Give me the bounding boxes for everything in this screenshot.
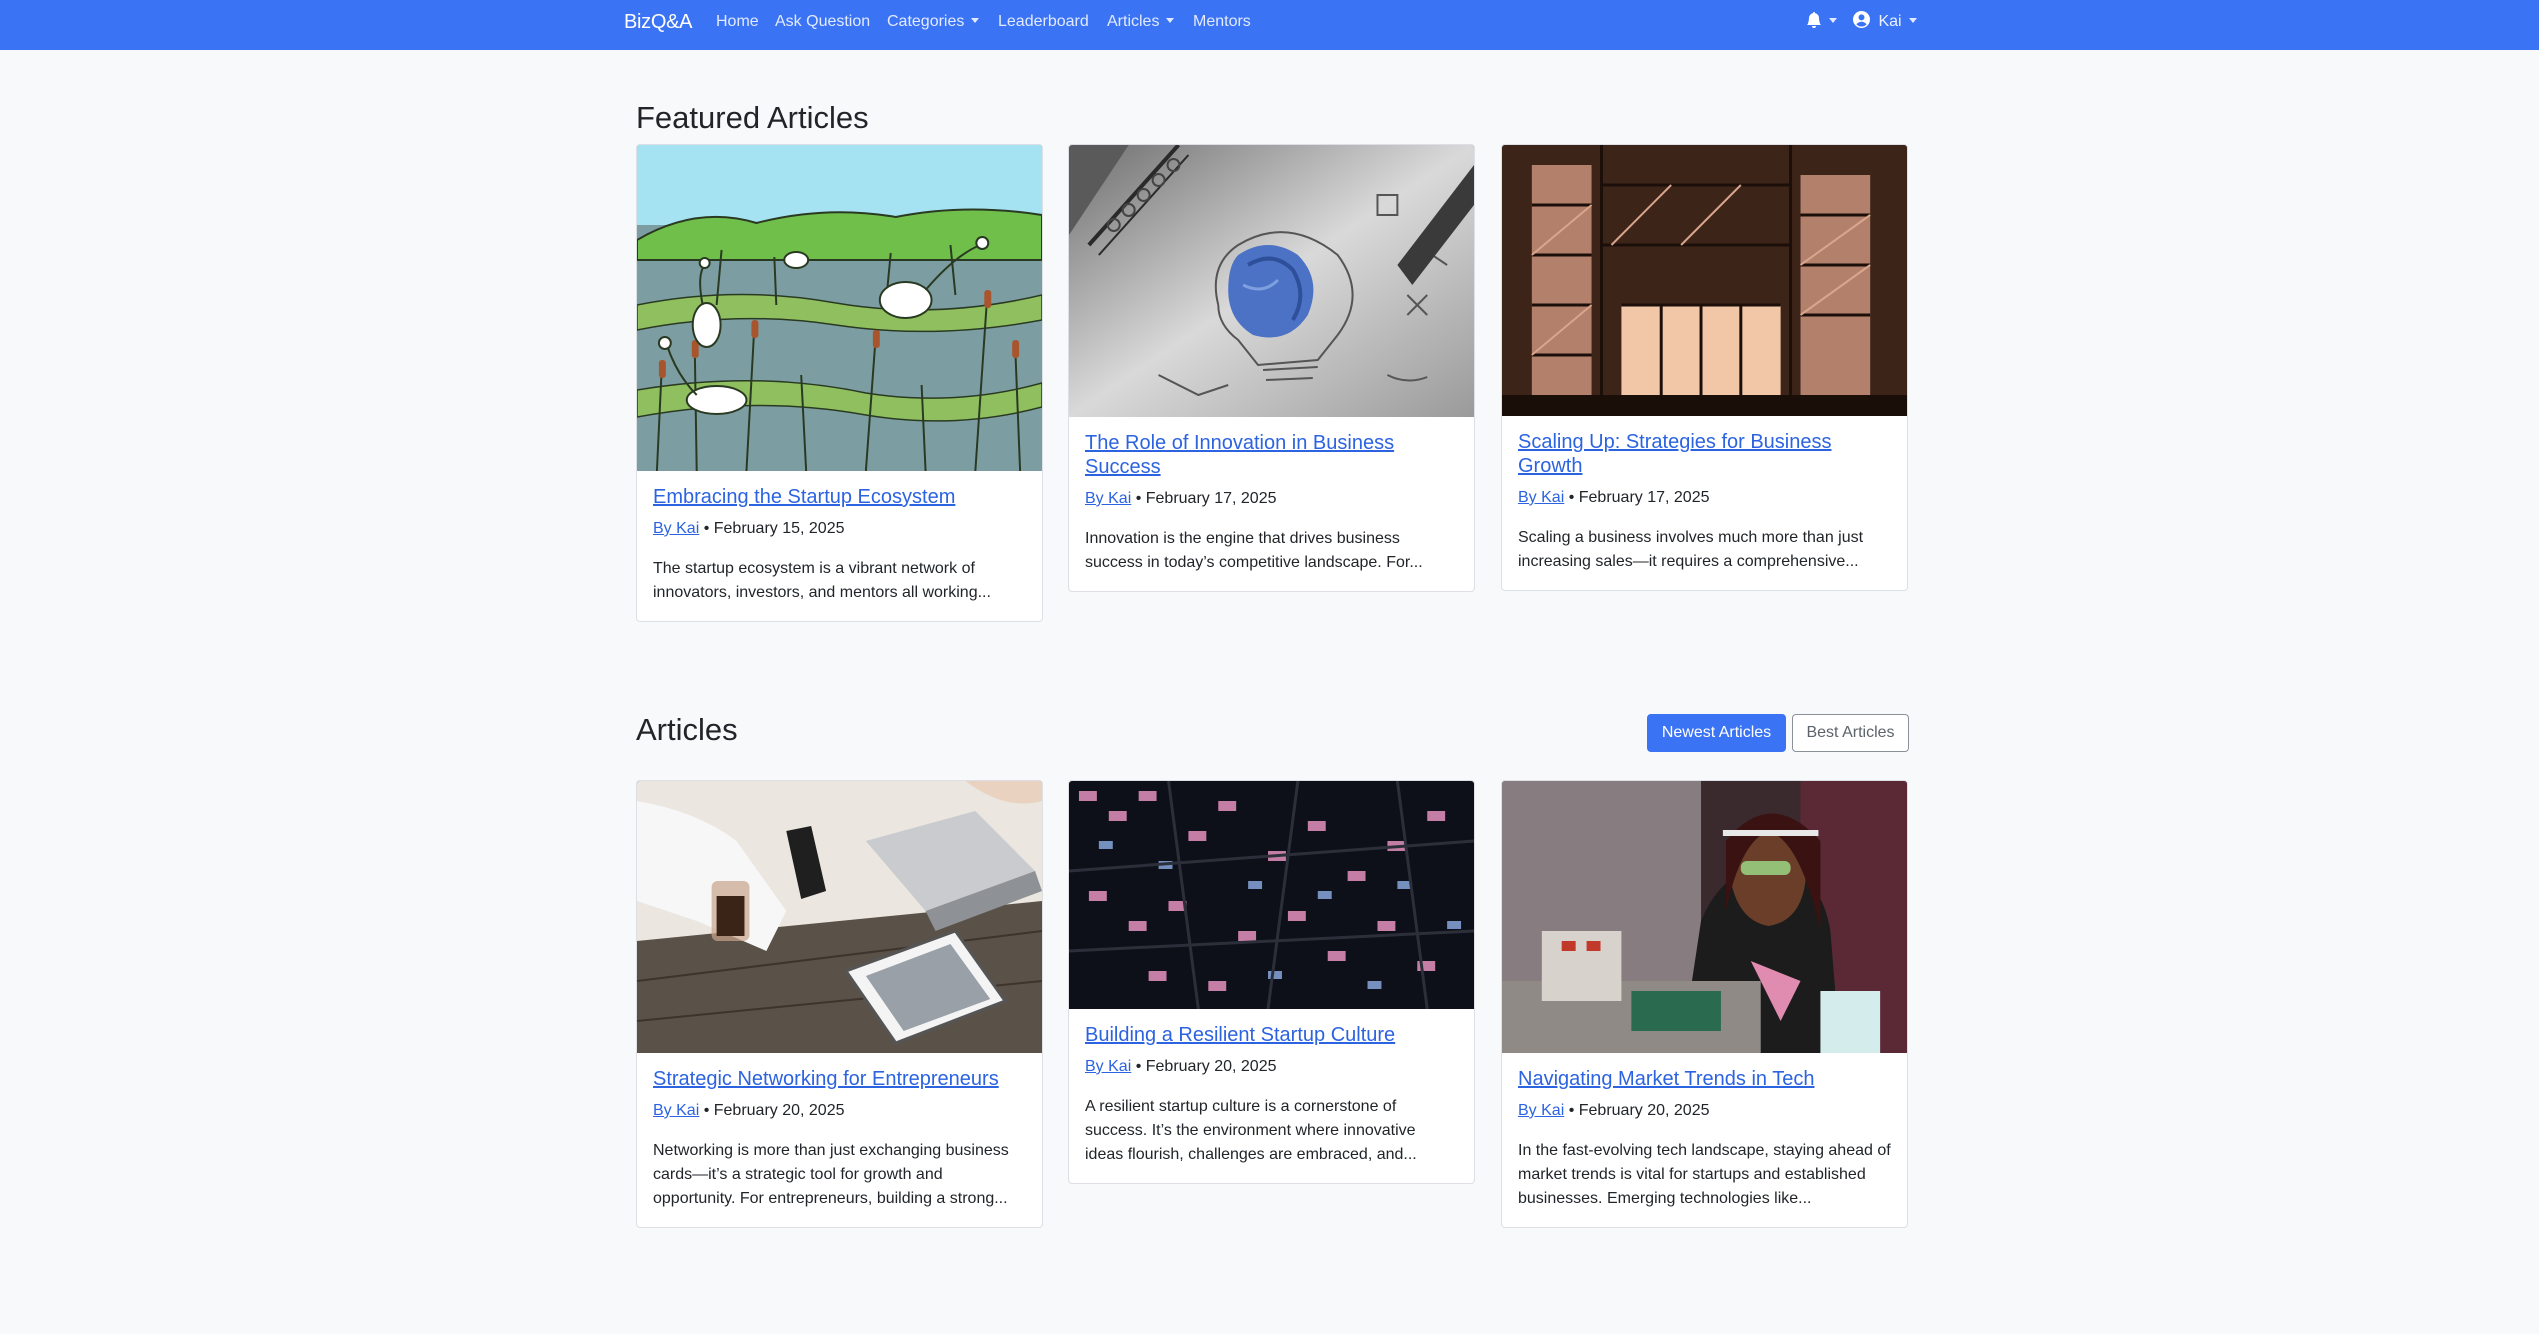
article-title-link[interactable]: The Role of Innovation in Business Succe… — [1085, 431, 1458, 479]
meta-separator: • — [1564, 1102, 1579, 1119]
nav-leaderboard[interactable]: Leaderboard — [998, 0, 1089, 44]
article-excerpt: The startup ecosystem is a vibrant netwo… — [653, 560, 991, 601]
meta-separator: • — [699, 520, 714, 537]
chevron-down-icon — [971, 18, 980, 23]
chevron-down-icon — [1829, 18, 1837, 23]
user-circle-icon — [1853, 11, 1870, 28]
article-excerpt: Scaling a business involves much more th… — [1518, 529, 1864, 570]
article-date: February 17, 2025 — [1578, 489, 1710, 506]
article-meta: By Kai • February 20, 2025 — [1518, 1101, 1891, 1121]
author-link[interactable]: By Kai — [1085, 490, 1131, 507]
articles-heading: Articles — [636, 712, 738, 747]
featured-articles-heading: Featured Articles — [636, 100, 869, 135]
article-meta: By Kai • February 20, 2025 — [1085, 1057, 1458, 1077]
author-link[interactable]: By Kai — [1518, 489, 1564, 506]
author-link[interactable]: By Kai — [653, 1102, 699, 1119]
article-excerpt: Networking is more than just exchanging … — [653, 1142, 1009, 1207]
article-card: Building a Resilient Startup Culture By … — [1068, 780, 1475, 1184]
card-image[interactable] — [1502, 781, 1907, 1053]
navbar: BizQ&A Home Ask Question Categories Lead… — [0, 0, 2539, 50]
article-date: February 17, 2025 — [1145, 490, 1277, 507]
article-title-link[interactable]: Embracing the Startup Ecosystem — [653, 485, 1026, 509]
article-excerpt: A resilient startup culture is a corners… — [1085, 1098, 1417, 1163]
brand-logo[interactable]: BizQ&A — [624, 0, 693, 44]
article-card: Strategic Networking for Entrepreneurs B… — [636, 780, 1043, 1228]
card-image[interactable] — [637, 781, 1042, 1053]
article-title-link[interactable]: Scaling Up: Strategies for Business Grow… — [1518, 430, 1891, 478]
article-meta: By Kai • February 20, 2025 — [653, 1101, 1026, 1121]
card-image[interactable] — [1069, 781, 1474, 1009]
chevron-down-icon — [1908, 18, 1917, 23]
author-link[interactable]: By Kai — [1518, 1102, 1564, 1119]
nav-articles-dropdown[interactable]: Articles — [1107, 0, 1175, 44]
author-link[interactable]: By Kai — [653, 520, 699, 537]
newest-articles-button[interactable]: Newest Articles — [1647, 714, 1786, 752]
nav-categories-label: Categories — [887, 13, 965, 30]
nav-mentors[interactable]: Mentors — [1193, 0, 1251, 44]
article-date: February 20, 2025 — [1578, 1102, 1710, 1119]
article-date: February 20, 2025 — [713, 1102, 845, 1119]
nav-home[interactable]: Home — [716, 0, 759, 44]
chevron-down-icon — [1166, 18, 1175, 23]
article-excerpt: In the fast-evolving tech landscape, sta… — [1518, 1142, 1891, 1207]
card-image[interactable] — [1502, 145, 1907, 416]
article-excerpt: Innovation is the engine that drives bus… — [1085, 530, 1423, 571]
nav-articles-label: Articles — [1107, 13, 1160, 30]
meta-separator: • — [1131, 490, 1146, 507]
article-title-link[interactable]: Navigating Market Trends in Tech — [1518, 1067, 1891, 1091]
article-date: February 15, 2025 — [713, 520, 845, 537]
card-image[interactable] — [1069, 145, 1474, 417]
article-date: February 20, 2025 — [1145, 1058, 1277, 1075]
notifications-dropdown[interactable] — [1806, 0, 1837, 44]
bell-icon — [1807, 11, 1821, 29]
user-name: Kai — [1878, 13, 1902, 30]
nav-categories-dropdown[interactable]: Categories — [887, 0, 980, 44]
article-card: Navigating Market Trends in Tech By Kai … — [1501, 780, 1908, 1228]
article-title-link[interactable]: Strategic Networking for Entrepreneurs — [653, 1067, 1026, 1091]
best-articles-button[interactable]: Best Articles — [1792, 714, 1909, 752]
article-meta: By Kai • February 15, 2025 — [653, 519, 1026, 539]
meta-separator: • — [699, 1102, 714, 1119]
featured-article-card: The Role of Innovation in Business Succe… — [1068, 144, 1475, 592]
nav-ask-question[interactable]: Ask Question — [775, 0, 870, 44]
card-image[interactable] — [637, 145, 1042, 471]
meta-separator: • — [1131, 1058, 1146, 1075]
featured-article-card: Embracing the Startup Ecosystem By Kai •… — [636, 144, 1043, 622]
meta-separator: • — [1564, 489, 1579, 506]
article-meta: By Kai • February 17, 2025 — [1085, 489, 1458, 509]
article-title-link[interactable]: Building a Resilient Startup Culture — [1085, 1023, 1458, 1047]
article-meta: By Kai • February 17, 2025 — [1518, 488, 1891, 508]
featured-article-card: Scaling Up: Strategies for Business Grow… — [1501, 144, 1908, 591]
author-link[interactable]: By Kai — [1085, 1058, 1131, 1075]
user-menu-dropdown[interactable]: Kai — [1853, 0, 1917, 44]
